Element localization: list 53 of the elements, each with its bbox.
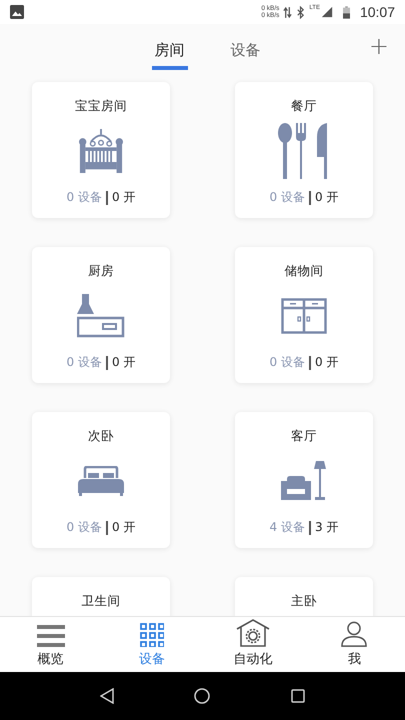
room-card[interactable]: 次卧 0 设备 0 开 [32,412,170,548]
menu-icon [36,625,65,647]
device-count: 0 设备 [270,354,305,371]
on-count: 0 开 [112,189,136,206]
home-icon[interactable] [194,688,210,704]
room-card[interactable]: 主卧 [235,577,373,616]
back-icon[interactable] [100,688,114,704]
clock-time: 10:07 [360,4,395,20]
signal-icon [320,6,333,18]
tab[interactable]: 房间 [152,24,188,70]
room-name: 客厅 [291,428,317,445]
bed-icon [78,466,124,496]
sofa-and-lamp-icon [281,461,327,501]
nav-tab[interactable]: 概览 [0,617,102,672]
house-gear-icon [236,619,270,647]
room-name: 卫生间 [82,593,120,610]
image-icon [10,5,24,19]
on-count: 0 开 [112,354,136,371]
recents-icon[interactable] [290,689,305,703]
room-name: 餐厅 [291,98,317,115]
device-count: 0 设备 [66,519,102,536]
on-count: 0 开 [112,519,136,536]
crib-icon [78,129,124,173]
range-hood-icon [77,294,125,338]
data-transfer-icon [283,6,292,18]
nav-tab[interactable]: 我 [304,617,405,672]
device-count: 0 设备 [66,189,102,206]
on-count: 0 开 [315,189,338,206]
room-card[interactable]: 宝宝房间 0 设备 0 开 [32,82,170,218]
room-card[interactable]: 餐厅 0 设备 0 开 [235,82,373,218]
on-count: 0 开 [315,354,338,371]
nav-tab[interactable]: 设备 [101,617,202,672]
room-name: 主卧 [291,593,317,610]
grid-icon [140,623,164,647]
room-card[interactable]: 厨房 0 设备 0 开 [32,247,170,383]
room-card[interactable]: 卫生间 [32,577,170,616]
tab[interactable]: 设备 [228,24,264,70]
room-name: 宝宝房间 [75,98,127,115]
device-count: 0 设备 [270,189,305,206]
battery-icon [342,6,350,18]
nav-tab[interactable]: 自动化 [202,617,304,672]
device-count: 4 设备 [270,519,305,536]
room-name: 储物间 [284,263,324,280]
room-card[interactable]: 客厅 4 设备 3 开 [235,412,373,548]
room-name: 厨房 [88,263,114,280]
person-icon [341,621,368,647]
add-button[interactable]: + [366,32,391,60]
room-name: 次卧 [88,428,114,445]
room-card[interactable]: 储物间 0 设备 0 开 [235,247,373,383]
cabinet-icon [281,298,327,334]
device-count: 0 设备 [66,354,102,371]
on-count: 3 开 [315,519,338,536]
bluetooth-icon [296,6,306,18]
